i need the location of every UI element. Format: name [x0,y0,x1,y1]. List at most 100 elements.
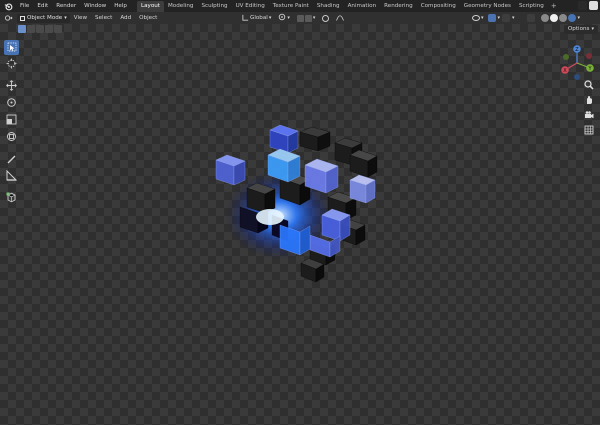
menu-render[interactable]: Render [52,0,80,12]
workspace-tabs: Layout Modeling Sculpting UV Editing Tex… [136,0,560,12]
gizmo-neg-y[interactable] [563,54,569,60]
pivot-icon [278,13,286,23]
toolbar-separator [4,74,20,77]
select-intersect-icon[interactable] [54,25,62,33]
cursor-tool[interactable] [4,57,19,72]
top-bar: File Edit Render Window Help Layout Mode… [0,0,600,12]
measure-tool[interactable] [4,169,19,184]
select-new-icon[interactable] [18,25,26,33]
chevron-down-icon: ▾ [287,15,290,21]
scale-tool[interactable] [4,113,19,128]
add-cube-tool[interactable] [4,191,19,206]
chevron-down-icon: ▾ [64,15,67,21]
chevron-down-icon: ▾ [591,26,594,32]
select-subtract-icon[interactable] [36,25,44,33]
magnet-icon [296,14,304,22]
gizmo-z-axis[interactable]: Z [573,45,581,53]
scale-icon [6,114,17,127]
orientation-select[interactable]: Global ▾ [240,14,273,23]
tab-texture-paint[interactable]: Texture Paint [269,1,313,12]
tab-compositing[interactable]: Compositing [417,1,460,12]
move-tool[interactable] [4,79,19,94]
scene-icon[interactable] [578,1,587,10]
gizmo-toggle-icon[interactable] [487,14,496,22]
gizmo-y-axis[interactable]: Y [586,64,594,72]
tab-scripting[interactable]: Scripting [515,1,548,12]
grid-icon[interactable] [583,124,595,136]
navigation-buttons [583,79,595,136]
annotate-tool[interactable] [4,152,19,167]
gizmo-neg-x[interactable] [586,53,592,59]
xray-toggle-icon[interactable] [526,14,535,22]
select-box-icon [7,42,17,54]
tab-geometry-nodes[interactable]: Geometry Nodes [460,1,515,12]
menu-add[interactable]: Add [116,12,135,24]
measure-icon [6,169,18,183]
select-extend-icon[interactable] [27,25,35,33]
tab-sculpting[interactable]: Sculpting [197,1,231,12]
chevron-down-icon[interactable]: ▾ [498,15,501,21]
tab-animation[interactable]: Animation [344,1,381,12]
proportional-edit-icon [322,14,330,22]
falloff-button[interactable] [334,14,346,23]
tab-uv-editing[interactable]: UV Editing [232,1,269,12]
pan-icon[interactable] [583,94,595,106]
gizmo-neg-z[interactable] [574,74,580,80]
camera-icon[interactable] [583,109,595,121]
snap-target-icon [304,14,312,22]
object-mode-icon [20,15,25,21]
transform-tool[interactable] [4,130,19,145]
select-box-tool[interactable] [4,40,19,55]
menu-select[interactable]: Select [91,12,116,24]
solid-shading-icon[interactable] [549,14,558,22]
snap-button[interactable]: ▾ [295,14,318,23]
select-invert-icon[interactable] [45,25,53,33]
select-mode-buttons [18,25,62,33]
material-shading-icon[interactable] [558,14,567,22]
overlay-toggle-icon[interactable] [502,14,511,22]
blender-logo-icon[interactable] [3,1,13,11]
chevron-down-icon[interactable]: ▾ [578,15,581,21]
add-workspace-button[interactable]: + [548,1,560,12]
transform-tools: Global ▾ ▾ ▾ [240,13,346,23]
viewport-header: Object Mode ▾ View Select Add Object Glo… [0,12,600,24]
tab-modeling[interactable]: Modeling [164,1,197,12]
rendered-cube-cluster[interactable] [200,115,400,295]
mode-label: Object Mode [27,15,63,21]
options-button[interactable]: Options ▾ [563,25,598,34]
view-layer-icon[interactable] [589,1,598,10]
tab-rendering[interactable]: Rendering [380,1,417,12]
options-label: Options [567,26,590,32]
menu-edit[interactable]: Edit [33,0,52,12]
pivot-button[interactable]: ▾ [276,13,292,23]
chevron-down-icon: ▾ [312,15,316,21]
mode-select[interactable]: Object Mode ▾ [17,13,70,23]
rotate-icon [6,97,17,110]
gizmo-x-axis[interactable]: X [561,66,569,74]
wireframe-shading-icon[interactable] [540,14,549,22]
falloff-icon [336,14,345,23]
viewport-editor-icon[interactable] [3,14,13,23]
proportional-button[interactable] [320,14,331,23]
rotate-tool[interactable] [4,96,19,111]
menu-window[interactable]: Window [80,0,110,12]
menu-object[interactable]: Object [135,12,161,24]
tab-layout[interactable]: Layout [136,0,164,12]
rendered-shading-icon[interactable] [567,14,576,22]
chevron-down-icon[interactable]: ▾ [512,15,515,21]
menu-view[interactable]: View [70,12,91,24]
menu-help[interactable]: Help [110,0,131,12]
zoom-icon[interactable] [583,79,595,91]
chevron-down-icon: ▾ [268,15,272,21]
orientation-label: Global [250,15,268,21]
toolbar-separator [4,186,20,189]
left-toolbar [4,40,20,206]
navigation-gizmo[interactable]: Z X Y [557,43,597,83]
tab-shading[interactable]: Shading [313,1,344,12]
display-tools: ▾ ▾ ▾ ▾ [470,13,580,23]
cursor-icon [6,58,17,71]
shading-modes [540,14,576,22]
add-cube-icon [6,192,17,205]
visibility-button[interactable]: ▾ [470,14,486,23]
menu-file[interactable]: File [16,0,33,12]
